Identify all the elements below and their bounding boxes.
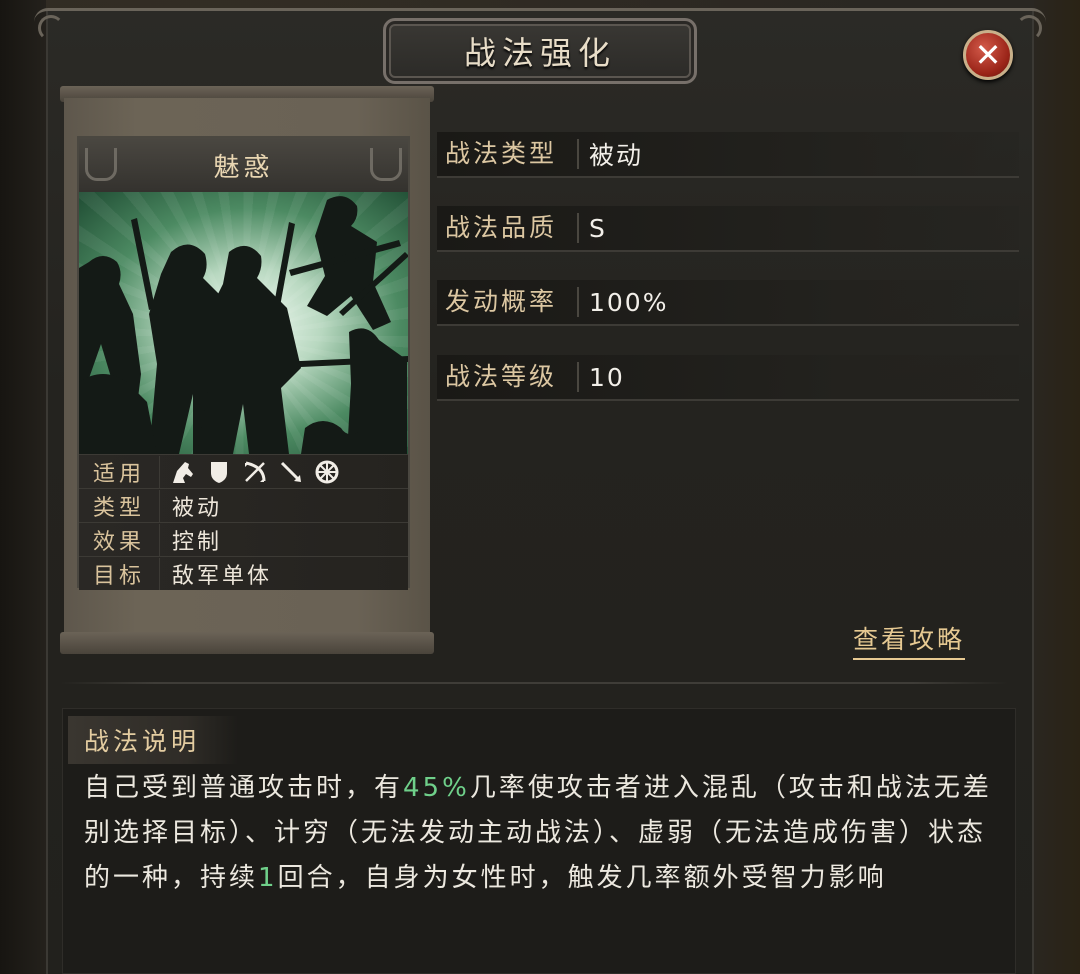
duration-value: 1: [258, 863, 278, 893]
skill-name: 魅惑: [213, 152, 274, 183]
card-row-type: 类型 被动: [79, 488, 408, 522]
close-icon: ✕: [974, 36, 1002, 74]
background-left: [0, 0, 46, 974]
dialog-title-tab: 战法强化: [383, 18, 697, 84]
section-divider: [60, 682, 1008, 684]
card-row-target: 目标 敌军单体: [79, 556, 408, 590]
skill-card: 魅惑 适用 类型 被动 效果 控制 目标 敌军单体: [77, 136, 410, 590]
description-part-1: 自己受到普通攻击时，有: [84, 773, 404, 803]
info-row-value: 被动: [589, 141, 644, 170]
info-row-label: 发动概率: [437, 287, 579, 317]
info-row-skill-type: 战法类型 被动: [437, 132, 1019, 178]
card-row-effect: 效果 控制: [79, 522, 408, 556]
close-button[interactable]: ✕: [963, 30, 1013, 80]
info-row-label: 战法品质: [437, 213, 579, 243]
card-row-applicable: 适用: [79, 454, 408, 488]
card-row-value: 控制: [172, 529, 223, 555]
applicable-troop-icons: [160, 459, 340, 485]
view-guide-link[interactable]: 查看攻略: [853, 620, 966, 660]
silhouette-warriors-image: [79, 196, 408, 454]
scroll-rod-bottom: [60, 632, 434, 654]
skill-card-header: 魅惑: [79, 138, 408, 194]
info-row-label: 战法等级: [437, 362, 579, 392]
description-text: 自己受到普通攻击时，有45%几率使攻击者进入混乱（攻击和战法无差别选择目标）、计…: [84, 766, 994, 901]
background-right: [1034, 0, 1080, 974]
card-row-value: 被动: [172, 495, 223, 521]
info-row-value: 10: [589, 362, 625, 392]
info-row-label: 战法类型: [437, 139, 579, 169]
info-row-skill-level: 战法等级 10: [437, 355, 1019, 401]
info-row-value: S: [589, 213, 607, 243]
cavalry-icon: [170, 459, 196, 485]
shield-icon: [206, 459, 232, 485]
card-row-key: 类型: [79, 489, 160, 522]
dialog-title: 战法强化: [463, 34, 616, 72]
spear-icon: [278, 459, 304, 485]
trigger-chance-value: 45%: [403, 773, 470, 803]
info-row-skill-quality: 战法品质 S: [437, 206, 1019, 252]
card-row-value: 敌军单体: [172, 563, 273, 589]
skill-artwork: [79, 192, 408, 454]
card-row-key: 适用: [79, 455, 160, 488]
archer-icon: [242, 459, 268, 485]
description-part-3: 回合，自身为女性时，触发几率额外受智力影响: [277, 863, 887, 893]
card-row-key: 效果: [79, 523, 160, 556]
description-title: 战法说明: [84, 727, 201, 756]
wheel-icon: [314, 459, 340, 485]
skill-card-attributes: 适用 类型 被动 效果 控制 目标 敌军单体: [79, 454, 408, 590]
info-row-trigger-chance: 发动概率 100%: [437, 280, 1019, 326]
card-row-key: 目标: [79, 557, 160, 590]
description-header: 战法说明: [68, 716, 238, 764]
info-row-value: 100%: [589, 287, 669, 317]
